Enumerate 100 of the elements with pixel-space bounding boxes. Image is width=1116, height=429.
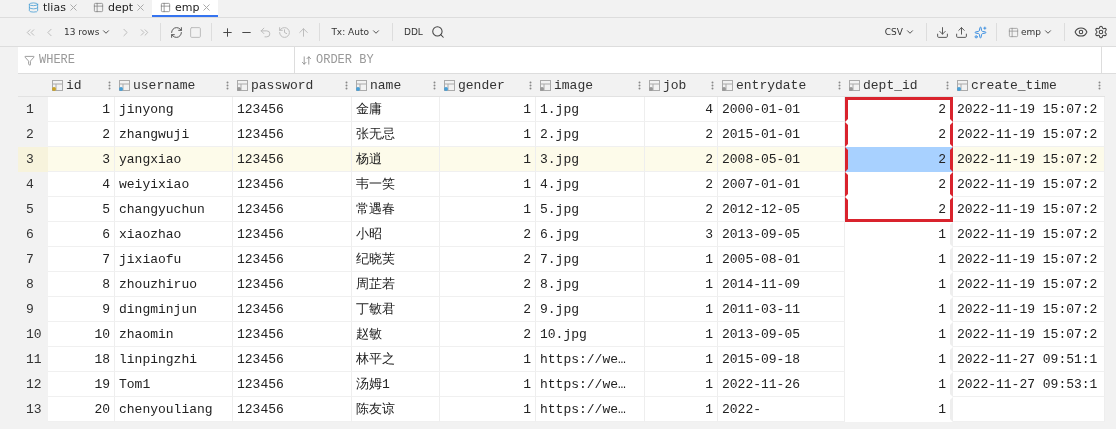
close-icon[interactable] <box>136 3 144 11</box>
column-icon <box>52 79 63 91</box>
column-name: name <box>370 77 402 93</box>
order-by-placeholder: ORDER BY <box>316 53 374 67</box>
table-cell: 1 <box>645 397 718 422</box>
tab-label: dept <box>107 0 133 14</box>
table-row[interactable]: 12 19 Tom1 123456 汤姆1 1 https://we… 1 2022-11-26 1 2022-11-27 09:53:1 <box>18 372 1105 397</box>
row-number: 9 <box>18 297 48 322</box>
table-row[interactable]: 11 18 linpingzhi 123456 林平之 1 https://we… 1 2015-09-18 1 2022-11-27 09:51:1 <box>18 347 1105 372</box>
table-row[interactable]: 6 6 xiaozhao 123456 小昭 2 6.jpg 3 2013-09-05 1 2022-11-19 15:07:2 <box>18 222 1105 247</box>
sort-icon[interactable] <box>433 80 436 90</box>
close-icon[interactable] <box>69 3 77 11</box>
tab[interactable]: emp <box>151 0 219 17</box>
filter-icon[interactable] <box>24 54 35 66</box>
tab[interactable]: dept <box>84 0 152 17</box>
table-cell: 2 <box>845 147 953 172</box>
row-number: 13 <box>18 397 48 422</box>
tab[interactable]: tlias <box>20 0 85 17</box>
table-cell: 陈友谅 <box>352 397 440 422</box>
close-icon[interactable] <box>203 3 211 11</box>
table-row[interactable]: 7 7 jixiaofu 123456 纪晓芙 2 7.jpg 1 2005-08-01 1 2022-11-19 15:07:2 <box>18 247 1105 272</box>
table-row[interactable]: 5 5 changyuchun 123456 常遇春 1 5.jpg 2 2012-12-05 2 2022-11-19 15:07:2 <box>18 197 1105 222</box>
table-cell: https://we… <box>536 397 645 422</box>
table-row[interactable]: 3 3 yangxiao 123456 杨逍 1 3.jpg 2 2008-05-01 2 2022-11-19 15:07:2 <box>18 147 1105 172</box>
table-row[interactable]: 10 10 zhaomin 123456 赵敏 2 10.jpg 1 2013-09-05 1 2022-11-19 15:07:2 <box>18 322 1105 347</box>
column-header[interactable]: dept_id <box>845 74 953 96</box>
column-icon <box>444 79 455 91</box>
table-icon[interactable] <box>159 1 171 13</box>
table-icon[interactable] <box>1007 26 1019 38</box>
row-number: 12 <box>18 372 48 397</box>
export-format-dropdown[interactable]: CSV <box>882 27 917 37</box>
sort-icon[interactable] <box>529 80 532 90</box>
sort-icon[interactable] <box>301 54 312 66</box>
upload-icon[interactable] <box>954 25 968 39</box>
row-number: 3 <box>18 147 48 172</box>
view-icon[interactable] <box>1074 25 1088 39</box>
search-icon[interactable] <box>430 25 445 39</box>
where-placeholder: WHERE <box>39 53 75 67</box>
tab-label: emp <box>174 0 200 14</box>
table-row[interactable]: 2 2 zhangwuji 123456 张无忌 1 2.jpg 2 2015-01-01 2 2022-11-19 15:07:2 <box>18 122 1105 147</box>
sort-icon[interactable] <box>638 80 641 90</box>
column-name: entrydate <box>736 77 807 93</box>
row-number: 4 <box>18 172 48 197</box>
caret-icon <box>371 27 381 37</box>
sort-icon[interactable] <box>108 80 111 90</box>
column-name: username <box>133 77 196 93</box>
column-icon <box>119 79 130 91</box>
sort-icon[interactable] <box>226 80 229 90</box>
column-header[interactable]: name <box>352 74 440 96</box>
column-name: id <box>66 77 82 93</box>
settings-icon[interactable] <box>1094 25 1108 39</box>
row-number: 5 <box>18 197 48 222</box>
column-header[interactable]: entrydate <box>718 74 845 96</box>
row-number: 11 <box>18 347 48 372</box>
sort-icon[interactable] <box>946 80 949 90</box>
download-icon[interactable] <box>935 25 949 39</box>
table-cell: 123456 <box>233 397 352 422</box>
column-name: job <box>663 77 687 93</box>
database-icon[interactable] <box>28 1 39 13</box>
add-row-icon[interactable] <box>221 25 235 39</box>
undo-icon[interactable] <box>259 25 273 39</box>
table-row[interactable]: 8 8 zhouzhiruo 123456 周芷若 2 8.jpg 1 2014-11-09 1 2022-11-19 15:07:2 <box>18 272 1105 297</box>
column-header[interactable]: gender <box>440 74 536 96</box>
table-cell: 2022- <box>718 397 845 422</box>
history-icon[interactable] <box>278 25 292 39</box>
caret-icon <box>1043 27 1053 37</box>
table-row[interactable]: 9 9 dingminjun 123456 丁敏君 2 9.jpg 1 2011-03-11 1 2022-11-19 15:07:2 <box>18 297 1105 322</box>
sort-icon[interactable] <box>345 80 348 90</box>
ddl-button[interactable]: DDL <box>402 27 425 37</box>
column-header[interactable]: password <box>233 74 352 96</box>
column-name: create_time <box>971 77 1057 93</box>
column-icon <box>540 79 551 91</box>
column-icon <box>957 79 968 91</box>
rows-dropdown[interactable]: 13 rows <box>62 27 114 37</box>
transaction-dropdown[interactable]: Tx: Auto <box>329 27 383 37</box>
column-header[interactable]: create_time <box>953 74 1105 96</box>
column-header[interactable]: image <box>536 74 645 96</box>
column-header[interactable]: job <box>645 74 718 96</box>
row-number: 7 <box>18 247 48 272</box>
table-row[interactable]: 4 4 weiyixiao 123456 韦一笑 1 4.jpg 2 2007-01-01 2 2022-11-19 15:07:2 <box>18 172 1105 197</box>
row-number: 6 <box>18 222 48 247</box>
sort-icon[interactable] <box>711 80 714 90</box>
column-name: password <box>251 77 314 93</box>
sort-icon[interactable] <box>1098 80 1101 90</box>
caret-icon <box>904 27 915 37</box>
sort-icon[interactable] <box>838 80 841 90</box>
table-row[interactable]: 13 20 chenyouliang 123456 陈友谅 1 https://we… 1 2022- 1 <box>18 397 1105 422</box>
column-header[interactable]: username <box>115 74 233 96</box>
table-icon[interactable] <box>92 1 104 13</box>
column-name: dept_id <box>863 77 918 93</box>
column-icon <box>356 79 367 91</box>
table-cell: 1 <box>440 397 536 422</box>
table-row[interactable]: 1 1 jinyong 123456 金庸 1 1.jpg 4 2000-01-01 2 2022-11-19 15:07:2 <box>18 97 1105 122</box>
column-icon <box>237 79 248 91</box>
row-number: 8 <box>18 272 48 297</box>
column-header[interactable]: id <box>48 74 115 96</box>
tab-label: tlias <box>43 0 66 14</box>
refresh-icon[interactable] <box>170 25 184 39</box>
column-icon <box>722 79 733 91</box>
schema-dropdown[interactable]: emp <box>1005 26 1055 38</box>
